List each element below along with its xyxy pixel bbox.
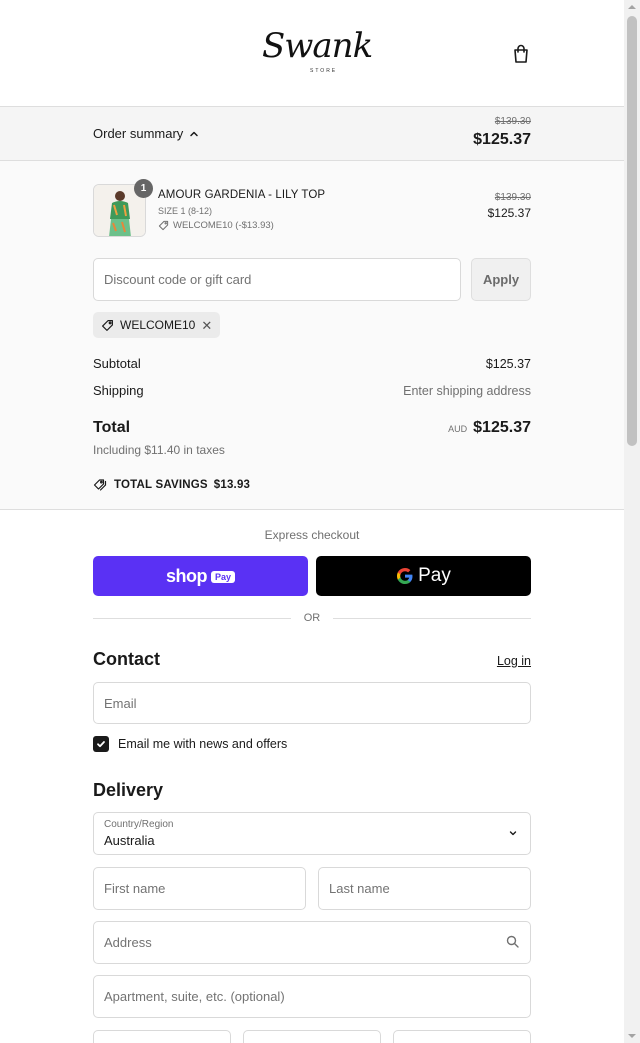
- apply-discount-button[interactable]: Apply: [471, 258, 531, 301]
- logo-sub: STORE: [310, 68, 338, 74]
- store-logo[interactable]: Swank STORE: [262, 24, 373, 80]
- tags-icon: [93, 479, 107, 491]
- total-savings-label: TOTAL SAVINGS: [114, 478, 208, 491]
- order-summary-label: Order summary: [93, 126, 184, 141]
- first-name-field[interactable]: [93, 867, 306, 910]
- tag-icon: [158, 220, 169, 231]
- order-summary-panel: 1 AMOUR GARDENIA - LILY TOP SIZE 1 (8-12…: [0, 161, 624, 510]
- page-scrollbar[interactable]: [624, 0, 640, 1043]
- product-discount-label: WELCOME10 (-$13.93): [173, 220, 274, 231]
- newsletter-option[interactable]: Email me with news and offers: [93, 736, 287, 752]
- divider-right: [333, 618, 531, 619]
- applied-discount-chip: WELCOME10 ✕: [93, 312, 221, 338]
- google-pay-button[interactable]: Pay: [316, 556, 531, 596]
- total-amount: AUD $125.37: [448, 419, 531, 437]
- product-name: AMOUR GARDENIA - LILY TOP: [158, 189, 326, 201]
- total-savings-value: $13.93: [213, 478, 251, 491]
- city-field[interactable]: [93, 1030, 231, 1043]
- remove-discount-icon[interactable]: ✕: [201, 319, 212, 332]
- product-variant: SIZE 1 (8-12): [158, 206, 213, 216]
- express-checkout-label: Express checkout: [264, 528, 360, 542]
- country-value: Australia: [104, 833, 155, 848]
- logo-script: Swank: [262, 26, 373, 66]
- google-pay-word: Pay: [418, 565, 451, 586]
- postcode-field[interactable]: [393, 1030, 531, 1043]
- taxes-note: Including $11.40 in taxes: [93, 443, 225, 457]
- country-select[interactable]: Country/Region Australia: [93, 812, 531, 855]
- product-original-price: $139.30: [494, 192, 531, 203]
- shop-pay-word: shop: [165, 565, 208, 586]
- checkout-page: Swank STORE Order summary $139.30 $125.3…: [0, 0, 624, 1043]
- checkmark-icon: [97, 741, 105, 748]
- product-price: $125.37: [487, 206, 531, 220]
- delivery-heading: Delivery: [93, 780, 164, 800]
- chevron-up-icon: [190, 131, 199, 136]
- shop-pay-badge: Pay: [210, 571, 235, 583]
- order-summary-bar: Order summary $139.30 $125.37: [0, 107, 624, 161]
- subtotal-label: Subtotal: [93, 356, 141, 371]
- total-savings: TOTAL SAVINGS $13.93: [93, 478, 250, 491]
- summary-original-total: $139.30: [494, 116, 531, 127]
- contact-heading: Contact: [93, 649, 160, 669]
- applied-discount-code: WELCOME10: [120, 318, 196, 332]
- total-value: $125.37: [473, 419, 531, 436]
- scrollbar-thumb[interactable]: [627, 16, 637, 446]
- country-label: Country/Region: [104, 819, 174, 830]
- chevron-down-icon: [509, 831, 517, 836]
- discount-code-input[interactable]: [93, 258, 461, 301]
- newsletter-label: Email me with news and offers: [118, 737, 288, 751]
- shipping-value: Enter shipping address: [403, 384, 531, 398]
- scroll-up-arrow-icon[interactable]: [624, 0, 640, 14]
- email-field[interactable]: [93, 682, 531, 724]
- subtotal-value: $125.37: [485, 357, 531, 371]
- apartment-field[interactable]: [93, 975, 531, 1018]
- google-g-icon: [397, 568, 413, 584]
- scroll-down-arrow-icon[interactable]: [624, 1029, 640, 1043]
- tag-icon: [102, 319, 113, 331]
- last-name-field[interactable]: [318, 867, 531, 910]
- summary-total: $125.37: [473, 131, 531, 148]
- product-discount: WELCOME10 (-$13.93): [158, 220, 274, 231]
- shop-pay-button[interactable]: shop Pay: [93, 556, 308, 596]
- header: Swank STORE: [0, 0, 624, 107]
- state-field[interactable]: [243, 1030, 381, 1043]
- total-label: Total: [93, 419, 131, 436]
- shopping-bag-icon[interactable]: [510, 43, 532, 65]
- newsletter-checkbox[interactable]: [93, 736, 109, 752]
- quantity-badge: 1: [134, 179, 153, 198]
- order-summary-toggle[interactable]: Order summary: [93, 126, 199, 141]
- address-field[interactable]: [93, 921, 531, 964]
- shipping-label: Shipping: [93, 383, 144, 398]
- total-currency: AUD: [448, 424, 468, 434]
- log-in-link[interactable]: Log in: [497, 654, 531, 668]
- search-icon: [506, 935, 519, 948]
